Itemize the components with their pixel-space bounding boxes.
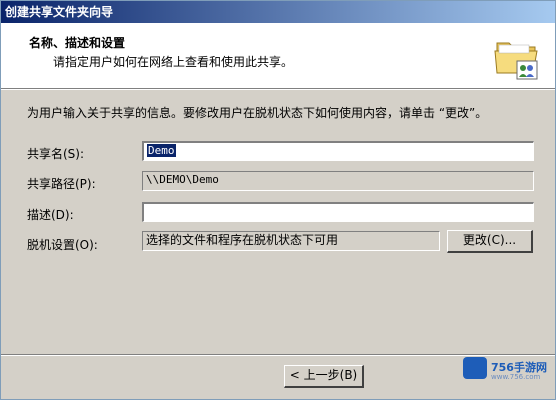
wizard-window: 创建共享文件夹向导 名称、描述和设置 请指定用户如何在网络上查看和使用此共享。 … bbox=[0, 0, 556, 400]
share-name-label: 共享名(S): bbox=[27, 147, 85, 161]
change-button[interactable]: 更改(C)... bbox=[447, 230, 533, 253]
intro-text: 为用户输入关于共享的信息。要修改用户在脱机状态下如何使用内容，请单击 “更改”。 bbox=[27, 106, 488, 120]
site-watermark: 756手游网 www.756.com bbox=[463, 355, 551, 385]
share-path-value: \\DEMO\Demo bbox=[146, 173, 219, 186]
offline-settings-field: 选择的文件和程序在脱机状态下可用 bbox=[142, 231, 440, 251]
offline-settings-value: 选择的文件和程序在脱机状态下可用 bbox=[146, 233, 339, 247]
header-subtitle: 请指定用户如何在网络上查看和使用此共享。 bbox=[53, 55, 294, 69]
share-name-value: Demo bbox=[147, 144, 176, 157]
shared-folder-icon bbox=[491, 31, 543, 81]
description-label: 描述(D): bbox=[27, 208, 74, 222]
header-divider bbox=[1, 89, 555, 90]
share-name-input[interactable]: Demo bbox=[142, 141, 534, 161]
share-path-field: \\DEMO\Demo bbox=[142, 171, 534, 191]
wizard-header: 名称、描述和设置 请指定用户如何在网络上查看和使用此共享。 bbox=[1, 23, 555, 89]
share-path-label: 共享路径(P): bbox=[27, 177, 96, 191]
offline-settings-label: 脱机设置(O): bbox=[27, 238, 98, 252]
title-bar[interactable]: 创建共享文件夹向导 bbox=[1, 1, 555, 23]
back-button[interactable]: < 上一步(B) bbox=[284, 365, 364, 388]
watermark-logo-icon bbox=[463, 357, 487, 379]
description-input[interactable] bbox=[142, 202, 534, 222]
watermark-url: www.756.com bbox=[491, 373, 541, 381]
header-title: 名称、描述和设置 bbox=[29, 36, 126, 50]
window-title: 创建共享文件夹向导 bbox=[5, 5, 114, 19]
